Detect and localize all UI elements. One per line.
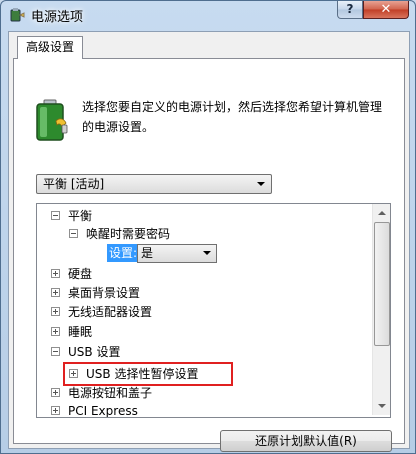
tree-item-wake-password[interactable]: 唤醒时需要密码	[69, 225, 170, 243]
tree-scrollbar[interactable]	[372, 204, 390, 415]
expand-icon[interactable]	[51, 406, 60, 415]
close-button[interactable]: ✕	[363, 1, 409, 19]
tab-advanced-settings[interactable]: 高级设置	[17, 36, 84, 59]
power-plan-dropdown[interactable]: 平衡 [活动]	[36, 174, 272, 194]
scroll-up-icon[interactable]	[374, 205, 389, 221]
power-plan-value: 平衡 [活动]	[43, 177, 105, 191]
setting-value: 是	[141, 246, 154, 260]
tree-item-sleep[interactable]: 睡眠	[51, 323, 92, 341]
setting-value-dropdown[interactable]: 是	[137, 244, 217, 263]
expand-icon[interactable]	[51, 307, 60, 316]
tree-item-power-buttons-lid[interactable]: 电源按钮和盖子	[51, 384, 152, 402]
collapse-icon[interactable]	[51, 211, 60, 220]
battery-power-icon	[36, 99, 68, 141]
expand-icon[interactable]	[69, 369, 78, 378]
expand-icon[interactable]	[51, 269, 60, 278]
scrollbar-thumb[interactable]	[374, 222, 390, 346]
tree-item-hard-disk[interactable]: 硬盘	[51, 265, 92, 283]
tree-item-balanced[interactable]: 平衡	[51, 207, 92, 225]
tree-item-usb-selective-suspend[interactable]: USB 选择性暂停设置	[69, 365, 198, 383]
tree-item-desktop-background[interactable]: 桌面背景设置	[51, 284, 140, 302]
power-options-icon	[10, 8, 25, 22]
collapse-icon[interactable]	[51, 347, 60, 356]
collapse-icon[interactable]	[69, 229, 78, 238]
dialog-panel: 高级设置 选择您要自定义的电源计划，然后选择您希望计算机管理的电源设置。 平衡 …	[8, 31, 410, 452]
power-options-window: 电源选项 ? ✕ 高级设置 选择您要自定义的电源计划，然后选择您希望计算机管理的…	[0, 0, 416, 454]
window-title: 电源选项	[31, 10, 84, 25]
chevron-down-icon	[257, 182, 265, 186]
expand-icon[interactable]	[51, 388, 60, 397]
help-button[interactable]: ?	[337, 1, 363, 19]
tab-content: 选择您要自定义的电源计划，然后选择您希望计算机管理的电源设置。 平衡 [活动] …	[13, 58, 405, 452]
chevron-down-icon	[203, 251, 211, 255]
tree-item-wireless-adapter[interactable]: 无线适配器设置	[51, 303, 152, 321]
setting-label: 设置:	[107, 244, 140, 262]
expand-icon[interactable]	[51, 288, 60, 297]
scroll-down-icon[interactable]	[374, 398, 389, 414]
settings-tree[interactable]: 平衡 唤醒时需要密码 设置: 是 硬盘 桌面背景设置 无线适配器设置 睡眠 US…	[36, 203, 391, 418]
restore-defaults-button[interactable]: 还原计划默认值(R)	[220, 430, 392, 452]
title-bar[interactable]: 电源选项 ? ✕	[1, 1, 415, 29]
close-icon: ✕	[380, 2, 392, 17]
description-text: 选择您要自定义的电源计划，然后选择您希望计算机管理的电源设置。	[82, 100, 383, 134]
tree-item-usb-settings[interactable]: USB 设置	[51, 343, 120, 361]
tree-item-pci-express[interactable]: PCI Express	[51, 402, 138, 417]
expand-icon[interactable]	[51, 327, 60, 336]
